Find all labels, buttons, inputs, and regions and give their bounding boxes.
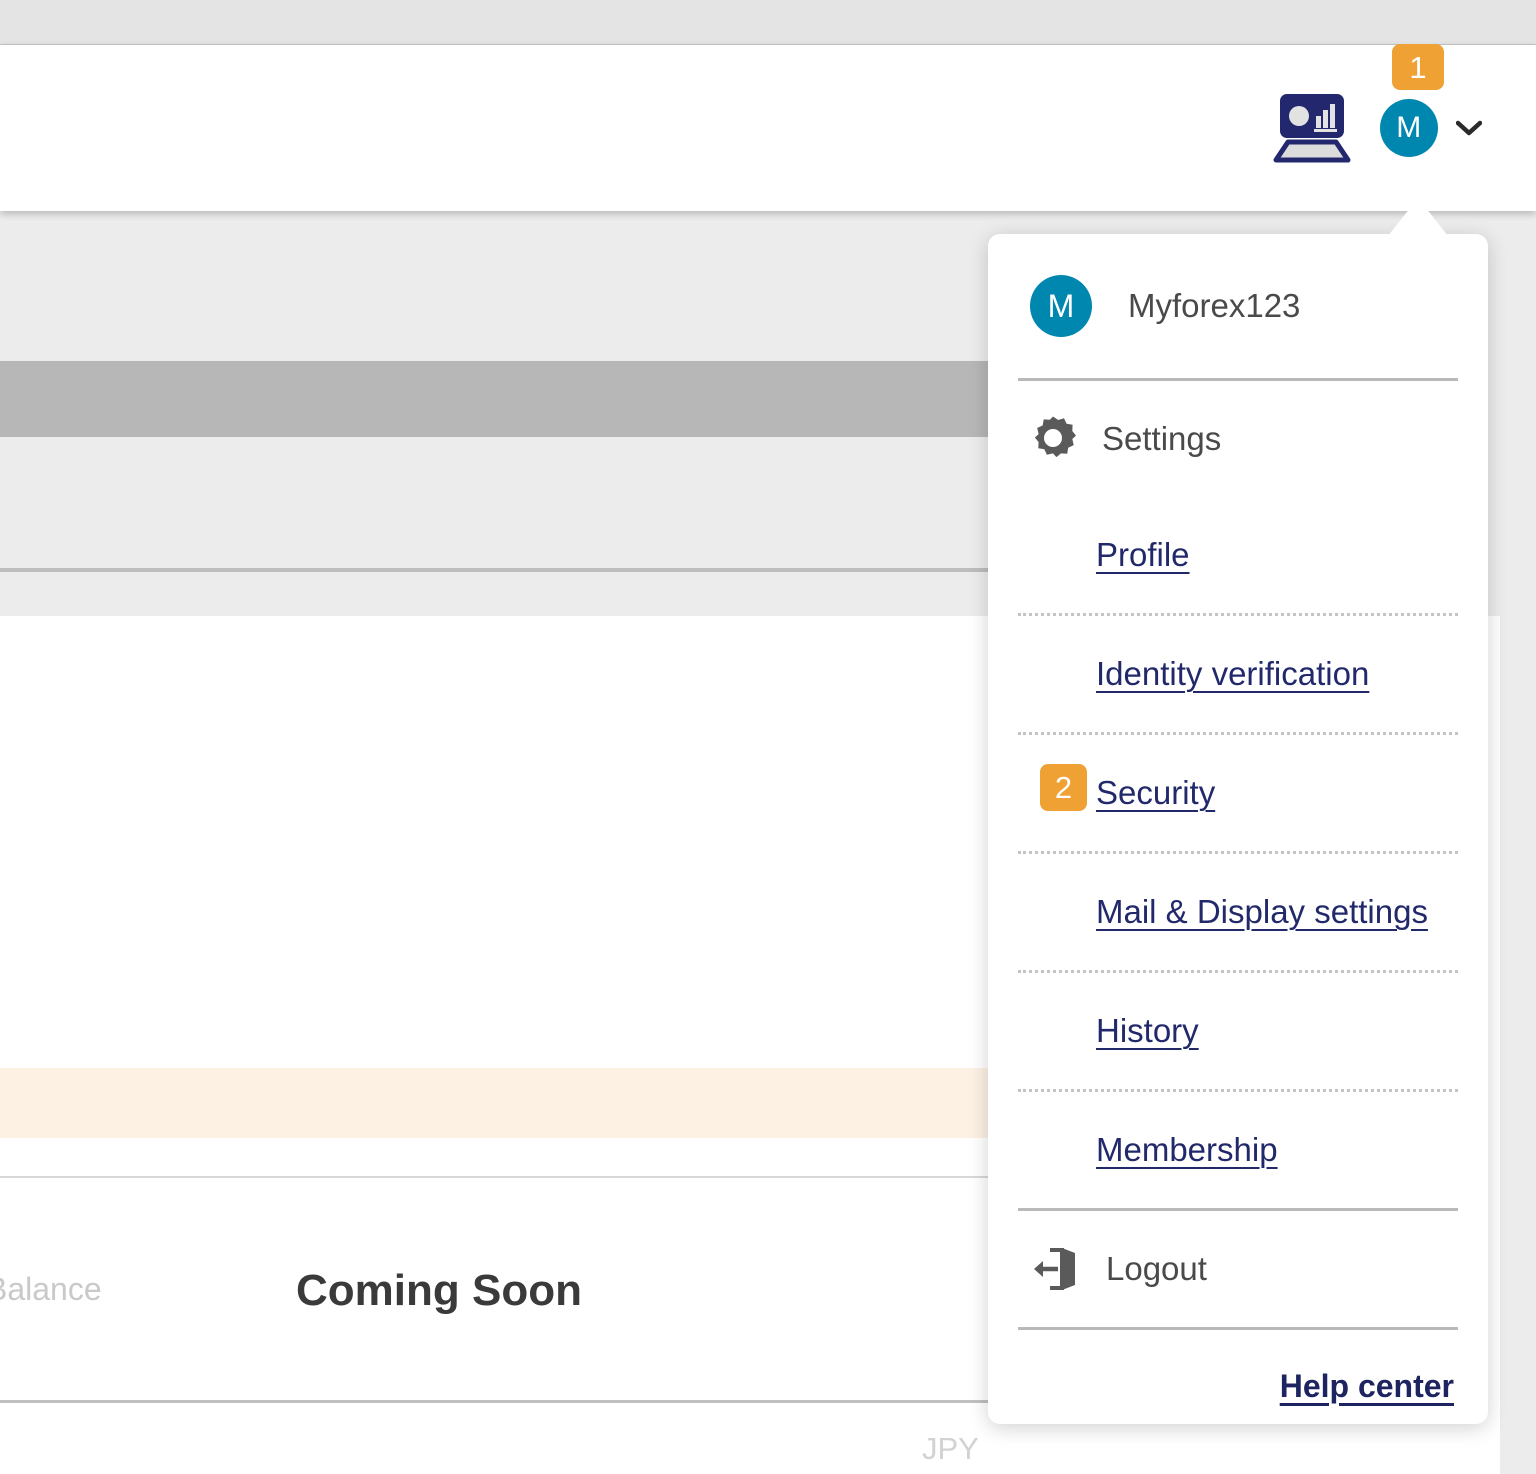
- laptop-chart-icon[interactable]: [1266, 92, 1358, 164]
- dropdown-pointer-arrow: [1388, 198, 1448, 236]
- step-badge-2: 2: [1040, 764, 1087, 811]
- dropdown-item-membership[interactable]: Membership: [1018, 1092, 1458, 1208]
- dropdown-item-logout[interactable]: Logout: [1018, 1211, 1458, 1327]
- dropdown-item-history[interactable]: History: [1018, 973, 1458, 1089]
- account-menu-trigger[interactable]: M: [1380, 99, 1482, 157]
- dropdown-item-history-label[interactable]: History: [1096, 1012, 1199, 1050]
- page-notice-banner: ka, Sapporo, Tokyo): [0, 1068, 1010, 1138]
- account-dropdown-menu: M Myforex123 Settings Profile Identity v…: [988, 234, 1488, 1424]
- dropdown-item-security[interactable]: 2 Security: [1018, 735, 1458, 851]
- dropdown-user-row: M Myforex123: [1018, 234, 1458, 378]
- dropdown-item-identity-verification-label[interactable]: Identity verification: [1096, 655, 1369, 693]
- dropdown-username: Myforex123: [1128, 287, 1301, 324]
- dropdown-settings-label: Settings: [1102, 420, 1222, 457]
- step-badge-1: 1: [1392, 44, 1444, 90]
- avatar[interactable]: M: [1380, 99, 1438, 157]
- dropdown-item-profile[interactable]: Profile: [1018, 497, 1458, 613]
- balance-label: Balance: [0, 1271, 102, 1307]
- dropdown-item-mail-display-settings[interactable]: Mail & Display settings: [1018, 854, 1458, 970]
- dropdown-item-security-label[interactable]: Security: [1096, 774, 1215, 812]
- site-header: M: [0, 45, 1536, 211]
- currency-jpy-label: JPY: [922, 1431, 979, 1466]
- header-icon-group: M: [1266, 45, 1482, 211]
- logout-icon: [1030, 1246, 1080, 1292]
- dropdown-avatar: M: [1030, 275, 1092, 337]
- dropdown-logout-label: Logout: [1106, 1250, 1207, 1287]
- dropdown-item-membership-label[interactable]: Membership: [1096, 1131, 1278, 1169]
- chevron-down-icon[interactable]: [1456, 120, 1482, 136]
- coming-soon-label: Coming Soon: [296, 1266, 582, 1315]
- dropdown-item-profile-label[interactable]: Profile: [1096, 536, 1190, 574]
- dropdown-help-row: Help center: [1018, 1330, 1458, 1442]
- gear-icon: [1030, 416, 1076, 462]
- dropdown-settings-header: Settings: [1018, 381, 1458, 497]
- dropdown-item-mail-display-settings-label[interactable]: Mail & Display settings: [1096, 893, 1428, 931]
- help-center-link[interactable]: Help center: [1280, 1368, 1454, 1405]
- dropdown-item-identity-verification[interactable]: Identity verification: [1018, 616, 1458, 732]
- screen: ex. s dashboard ka, Sapporo, Tokyo) Bala…: [0, 0, 1536, 1474]
- browser-chrome-bar: [0, 0, 1536, 45]
